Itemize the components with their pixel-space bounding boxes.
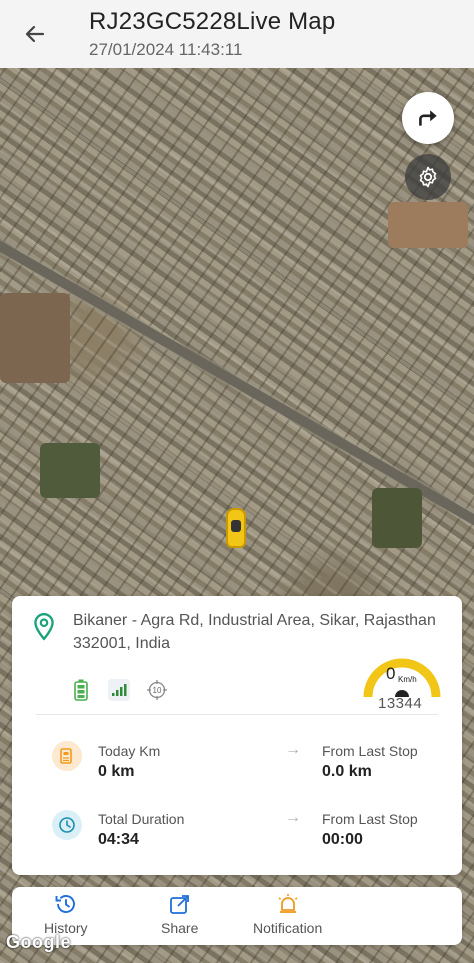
- turn-right-icon: [419, 110, 437, 126]
- today-km-label: Today Km: [98, 743, 161, 759]
- clock-icon: [52, 810, 82, 840]
- from-last-stop-distance-label: From Last Stop: [322, 743, 418, 759]
- vehicle-marker[interactable]: [226, 508, 246, 548]
- total-duration-value: 04:34: [98, 831, 139, 848]
- from-last-stop-distance-value: 0.0 km: [322, 763, 372, 780]
- bottom-action-bar: History Share Notification: [12, 887, 462, 945]
- from-last-stop-time-label: From Last Stop: [322, 811, 418, 827]
- map-field: [388, 202, 468, 248]
- vehicle-info-card: Bikaner - Agra Rd, Industrial Area, Sika…: [12, 596, 462, 875]
- total-duration-label: Total Duration: [98, 811, 185, 827]
- gps-satellite-count: 10: [152, 685, 162, 695]
- history-tab[interactable]: History: [44, 893, 88, 936]
- arrow-right-icon: →: [285, 741, 301, 758]
- history-icon: [55, 895, 75, 913]
- map-field: [40, 443, 100, 498]
- notification-label: Notification: [253, 920, 323, 936]
- speed-unit: Km/h: [398, 675, 417, 684]
- today-km-value: 0 km: [98, 763, 135, 780]
- share-label: Share: [161, 920, 199, 936]
- navigate-button[interactable]: [402, 92, 454, 144]
- map-settings-button[interactable]: [405, 154, 451, 200]
- back-button[interactable]: [18, 18, 52, 50]
- current-speed: 0: [386, 664, 396, 683]
- gps-icon: 10: [146, 679, 168, 701]
- fuel-icon: [52, 741, 82, 771]
- from-last-stop-time-value: 00:00: [322, 831, 363, 848]
- share-tab[interactable]: Share: [161, 893, 198, 936]
- share-icon: [169, 895, 189, 914]
- last-update-datetime: 27/01/2024 11:43:11: [89, 40, 243, 59]
- map-field: [0, 293, 70, 383]
- signal-strength-icon: [108, 679, 130, 701]
- back-arrow-icon: [25, 25, 45, 43]
- gear-icon: [419, 166, 437, 188]
- location-pin-icon: [34, 612, 54, 641]
- notification-tab[interactable]: Notification: [253, 893, 322, 936]
- map-field: [372, 488, 422, 548]
- arrow-right-icon: →: [285, 809, 301, 826]
- map-attribution: Google: [6, 932, 71, 952]
- status-icons: 10: [70, 679, 168, 701]
- vehicle-address: Bikaner - Agra Rd, Industrial Area, Sika…: [73, 612, 436, 652]
- alarm-bell-icon: [278, 894, 298, 913]
- page-title: RJ23GC5228Live Map: [89, 8, 336, 35]
- app-header: RJ23GC5228Live Map 27/01/2024 11:43:11: [0, 0, 474, 68]
- odometer-reading: 13344: [378, 695, 423, 712]
- card-divider: [36, 714, 438, 715]
- battery-icon: [70, 679, 92, 701]
